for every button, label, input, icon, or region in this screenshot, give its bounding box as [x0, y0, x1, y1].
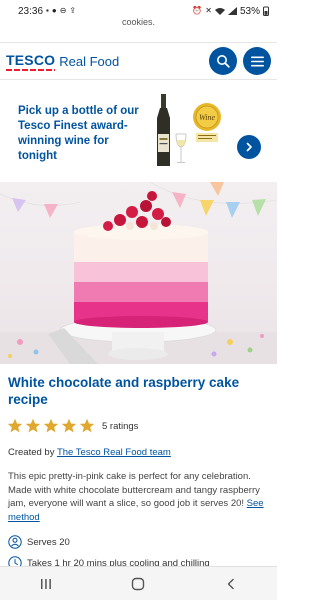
star-icon [43, 418, 59, 433]
award-badge-image: Wine [193, 103, 221, 142]
promo-text: Pick up a bottle of our Tesco Finest awa… [18, 105, 139, 162]
recipe-hero-image [0, 182, 277, 364]
back-icon [227, 578, 234, 589]
search-button[interactable] [209, 47, 237, 75]
battery-icon [263, 6, 269, 16]
star-icon [61, 418, 77, 433]
wine-promo-banner[interactable]: Pick up a bottle of our Tesco Finest awa… [0, 88, 277, 180]
rating-count[interactable]: 5 ratings [102, 421, 138, 432]
tesco-real-food-logo[interactable]: TESCO Real Food [6, 52, 119, 71]
alarm-icon: ⏰ [192, 6, 203, 15]
upload-icon: ⇪ [69, 6, 77, 15]
description-text: This epic pretty-in-pink cake is perfect… [8, 471, 260, 509]
person-icon [8, 535, 22, 549]
created-prefix: Created by [8, 447, 55, 458]
menu-button[interactable] [243, 47, 271, 75]
star-icon [7, 418, 23, 433]
recents-icon [41, 578, 52, 589]
author-link[interactable]: The Tesco Real Food team [57, 447, 171, 458]
screen: 23:36 ▪ ● ⊖ ⇪ ⏰ ✕ 53% cookies. TESCO Rea… [0, 0, 277, 600]
minus-circle-icon: ⊖ [59, 6, 67, 15]
wifi-icon [214, 8, 225, 15]
promo-arrow-button[interactable] [237, 135, 261, 159]
site-header: TESCO Real Food [0, 42, 277, 80]
battery-level: 53% [239, 5, 260, 17]
back-button[interactable] [216, 574, 246, 594]
status-left: 23:36 ▪ ● ⊖ ⇪ [18, 6, 76, 17]
created-by: Created by The Tesco Real Food team [8, 447, 171, 458]
chevron-right-icon [246, 142, 252, 152]
award-label: Wine [199, 113, 215, 122]
notification-icon: ▪ [46, 6, 49, 15]
signal-icon [227, 7, 237, 15]
recipe-title: White chocolate and raspberry cake recip… [8, 375, 240, 407]
status-right: ⏰ ✕ 53% [192, 6, 269, 17]
home-button[interactable] [123, 574, 153, 594]
home-icon [132, 577, 145, 590]
search-icon [217, 55, 230, 68]
status-time: 23:36 [18, 5, 44, 17]
serves-row: Serves 20 [8, 535, 70, 549]
rating-stars[interactable]: 5 ratings [7, 418, 138, 434]
mute-icon: ✕ [205, 6, 212, 15]
logo-brand: TESCO [6, 52, 56, 71]
system-nav-bar [0, 566, 277, 600]
messenger-icon: ● [51, 6, 57, 15]
serves-text: Serves 20 [27, 536, 70, 548]
cookie-banner-text: cookies. [121, 17, 156, 27]
star-icon [25, 418, 41, 433]
recipe-description: This epic pretty-in-pink cake is perfect… [8, 470, 270, 524]
cake-photo [0, 182, 277, 364]
wine-bottle-image [157, 94, 187, 166]
menu-icon [250, 56, 264, 66]
logo-suffix: Real Food [59, 53, 120, 69]
recents-button[interactable] [31, 574, 61, 594]
header-buttons [209, 47, 271, 75]
star-icon [79, 418, 95, 433]
